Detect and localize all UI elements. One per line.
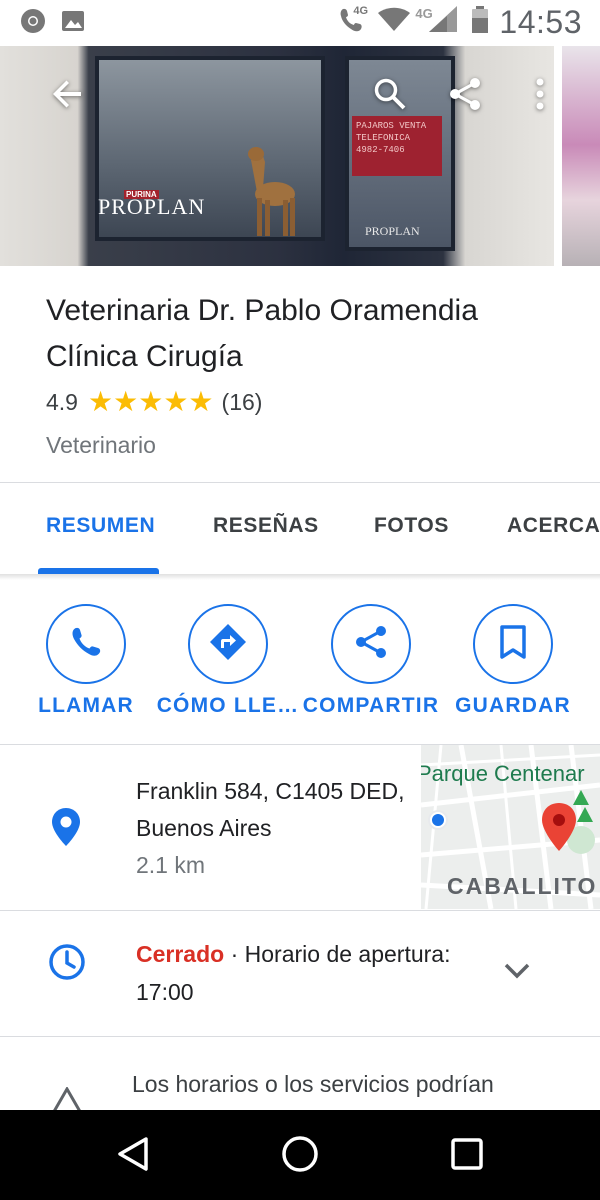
network-label: 4G	[353, 5, 369, 17]
star-icon: ★	[138, 386, 164, 417]
share-button[interactable]: COMPARTIR	[296, 604, 446, 718]
review-count: (16)	[221, 388, 263, 415]
address-text: Franklin 584, C1405 DED, Buenos Aires 2.…	[136, 773, 406, 884]
clock-icon	[48, 943, 86, 986]
tab-fotos[interactable]: FOTOS	[374, 514, 449, 538]
search-button[interactable]	[368, 74, 412, 118]
nav-home-button[interactable]	[278, 1134, 322, 1178]
address-line: Franklin 584, C1405 DED, Buenos Aires	[136, 778, 405, 841]
address-row[interactable]: Franklin 584, C1405 DED, Buenos Aires 2.…	[0, 745, 600, 910]
cell-signal-icon: 4G	[415, 6, 461, 39]
tab-bar: RESUMEN RESEÑAS FOTOS ACERCA	[0, 484, 600, 574]
call-button-circle	[46, 604, 126, 684]
warning-text: Los horarios o los servicios podrían	[132, 1071, 494, 1097]
back-arrow-icon	[51, 77, 85, 116]
brand-label-2: PROPLAN	[365, 224, 420, 238]
directions-button[interactable]: CÓMO LLE…	[153, 604, 303, 718]
location-pin-icon	[50, 807, 82, 852]
place-category: Veterinario	[46, 432, 156, 458]
share-button-circle	[331, 604, 411, 684]
chevron-down-icon[interactable]	[500, 959, 534, 988]
share-icon	[353, 624, 389, 665]
share-icon	[447, 76, 483, 117]
warning-row: Los horarios o los servicios podrían	[0, 1037, 600, 1110]
home-circle-icon	[281, 1135, 319, 1178]
directions-icon	[208, 622, 248, 667]
tab-resenas[interactable]: RESEÑAS	[213, 514, 319, 538]
shop-sign: PAJAROS VENTA TELEFONICA 4982-7406	[352, 116, 442, 176]
star-icon: ★	[188, 386, 214, 417]
dog-figure	[248, 147, 295, 236]
battery-icon	[471, 6, 489, 39]
call-label: LLAMAR	[38, 694, 134, 717]
clock: 14:53	[499, 4, 582, 40]
phone-icon	[68, 624, 104, 665]
more-options-button[interactable]	[518, 74, 562, 118]
tab-shadow	[0, 574, 600, 580]
star-icon: ★	[163, 386, 189, 417]
search-icon	[373, 77, 407, 116]
next-photo-thumb[interactable]	[562, 46, 600, 266]
nav-recents-button[interactable]	[445, 1134, 489, 1178]
hero-photo[interactable]: PAJAROS VENTA TELEFONICA 4982-7406 PURIN…	[0, 46, 600, 266]
warning-icon	[50, 1085, 84, 1110]
call-hd-icon: 4G	[337, 5, 369, 40]
status-bar: 4G 4G 14:53	[0, 0, 600, 46]
directions-label: CÓMO LLE…	[156, 694, 300, 717]
map-thumbnail[interactable]: Parque Centenar CABALLITO	[421, 745, 600, 909]
save-button-circle	[473, 604, 553, 684]
map-label-park: Parque Centenar	[421, 761, 585, 786]
action-buttons: LLAMAR CÓMO LLE… COMPARTIR GUARDAR	[0, 604, 600, 734]
share-header-button[interactable]	[443, 74, 487, 118]
share-label: COMPARTIR	[302, 694, 440, 717]
star-icon: ★	[113, 386, 139, 417]
rating-row[interactable]: 4.9 ★ ★ ★ ★ ★ (16)	[46, 382, 566, 422]
star-icon: ★	[87, 386, 114, 417]
wifi-icon	[377, 7, 411, 38]
hours-separator: ·	[224, 941, 245, 967]
rating-stars: ★ ★ ★ ★ ★	[88, 388, 214, 416]
system-nav-bar	[0, 1110, 600, 1200]
map-pin-icon	[542, 803, 576, 851]
image-icon	[60, 9, 86, 38]
bookmark-icon	[498, 624, 528, 665]
place-title: Veterinaria Dr. Pablo Oramendia Clínica …	[46, 294, 478, 373]
map-label-area: CABALLITO	[447, 873, 598, 899]
hours-text: Cerrado · Horario de apertura: 17:00	[136, 935, 456, 1011]
tab-acerca[interactable]: ACERCA	[507, 514, 600, 538]
call-button[interactable]: LLAMAR	[11, 604, 161, 718]
distance: 2.1 km	[136, 852, 206, 878]
recents-square-icon	[450, 1137, 484, 1176]
save-label: GUARDAR	[455, 694, 571, 717]
chrome-icon	[20, 8, 46, 39]
place-header: Veterinaria Dr. Pablo Oramendia Clínica …	[46, 288, 566, 459]
network-label-2: 4G	[415, 6, 433, 21]
rating-value: 4.9	[46, 388, 78, 415]
divider	[0, 482, 600, 483]
back-triangle-icon	[116, 1136, 150, 1177]
back-button[interactable]	[46, 74, 90, 118]
hours-row[interactable]: Cerrado · Horario de apertura: 17:00	[0, 911, 600, 1036]
brand-label: PROPLAN	[98, 194, 206, 219]
save-button[interactable]: GUARDAR	[438, 604, 588, 718]
tab-resumen[interactable]: RESUMEN	[46, 514, 155, 538]
nav-back-button[interactable]	[111, 1134, 155, 1178]
more-vert-icon	[534, 77, 546, 116]
open-status: Cerrado	[136, 941, 225, 967]
directions-button-circle	[188, 604, 268, 684]
